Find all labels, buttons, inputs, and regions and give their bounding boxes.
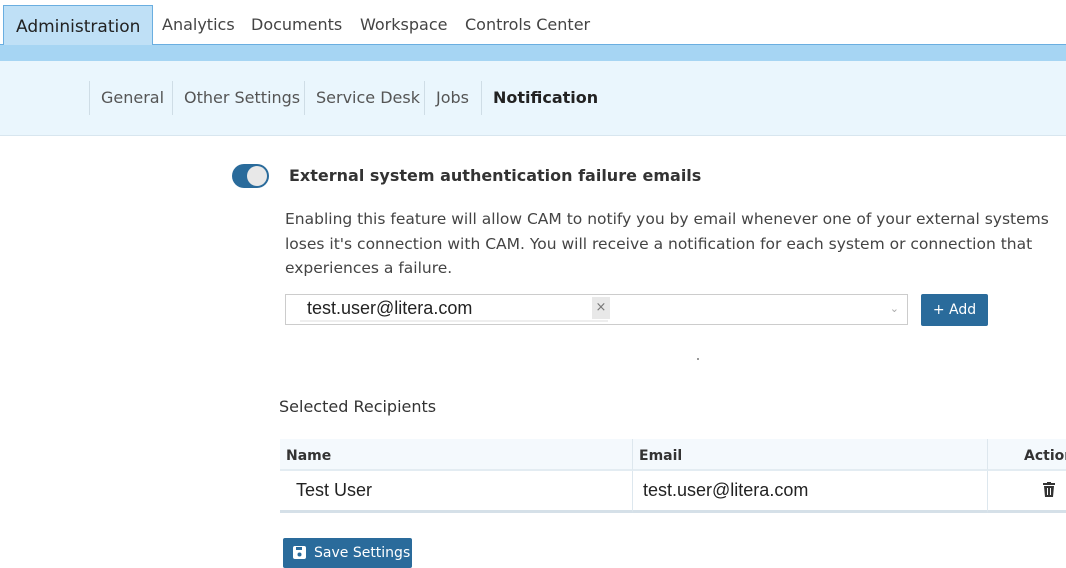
selected-recipients-title: Selected Recipients	[279, 397, 437, 416]
tab-controls-center[interactable]: Controls Center	[465, 0, 590, 44]
column-header-email[interactable]: Email	[633, 439, 988, 471]
floppy-disk-icon	[293, 546, 306, 559]
save-settings-label: Save Settings	[314, 545, 411, 561]
feature-description: Enabling this feature will allow CAM to …	[285, 207, 1049, 281]
recipient-select[interactable]: test.user@litera.com × ⌄	[285, 294, 908, 325]
selected-recipient-chip: test.user@litera.com	[300, 297, 608, 322]
subnav-notification[interactable]: Notification	[481, 81, 598, 115]
column-header-name[interactable]: Name	[280, 439, 633, 471]
feature-toggle[interactable]	[232, 164, 269, 188]
tab-administration[interactable]: Administration	[3, 5, 154, 49]
toggle-knob	[247, 166, 267, 186]
sub-nav: General Other Settings Service Desk Jobs…	[0, 61, 1066, 136]
chip-label: test.user@litera.com	[307, 298, 473, 318]
header-bar	[0, 45, 1066, 61]
cell-action	[988, 471, 1066, 513]
description-line: Enabling this feature will allow CAM to …	[285, 210, 1049, 228]
feature-title: External system authentication failure e…	[289, 166, 702, 185]
cell-email: test.user@litera.com	[633, 471, 988, 513]
column-header-action: Action	[988, 439, 1066, 471]
divider-dot	[697, 358, 699, 360]
subnav-jobs[interactable]: Jobs	[424, 81, 469, 115]
subnav-general[interactable]: General	[89, 81, 164, 115]
add-button[interactable]: + Add	[921, 294, 988, 326]
description-line: experiences a failure.	[285, 259, 453, 277]
subnav-service-desk[interactable]: Service Desk	[304, 81, 420, 115]
chevron-down-icon[interactable]: ⌄	[890, 302, 899, 315]
remove-chip-icon[interactable]: ×	[592, 297, 610, 319]
subnav-other-settings[interactable]: Other Settings	[172, 81, 300, 115]
tab-analytics[interactable]: Analytics	[162, 0, 235, 44]
tab-documents[interactable]: Documents	[251, 0, 342, 44]
top-tabs: Administration Analytics Documents Works…	[0, 0, 1066, 49]
tab-workspace[interactable]: Workspace	[360, 0, 447, 44]
cell-name: Test User	[280, 471, 633, 513]
trash-icon[interactable]	[1043, 481, 1055, 497]
description-line: loses it's connection with CAM. You will…	[285, 234, 1033, 253]
save-settings-button[interactable]: Save Settings	[283, 538, 412, 568]
